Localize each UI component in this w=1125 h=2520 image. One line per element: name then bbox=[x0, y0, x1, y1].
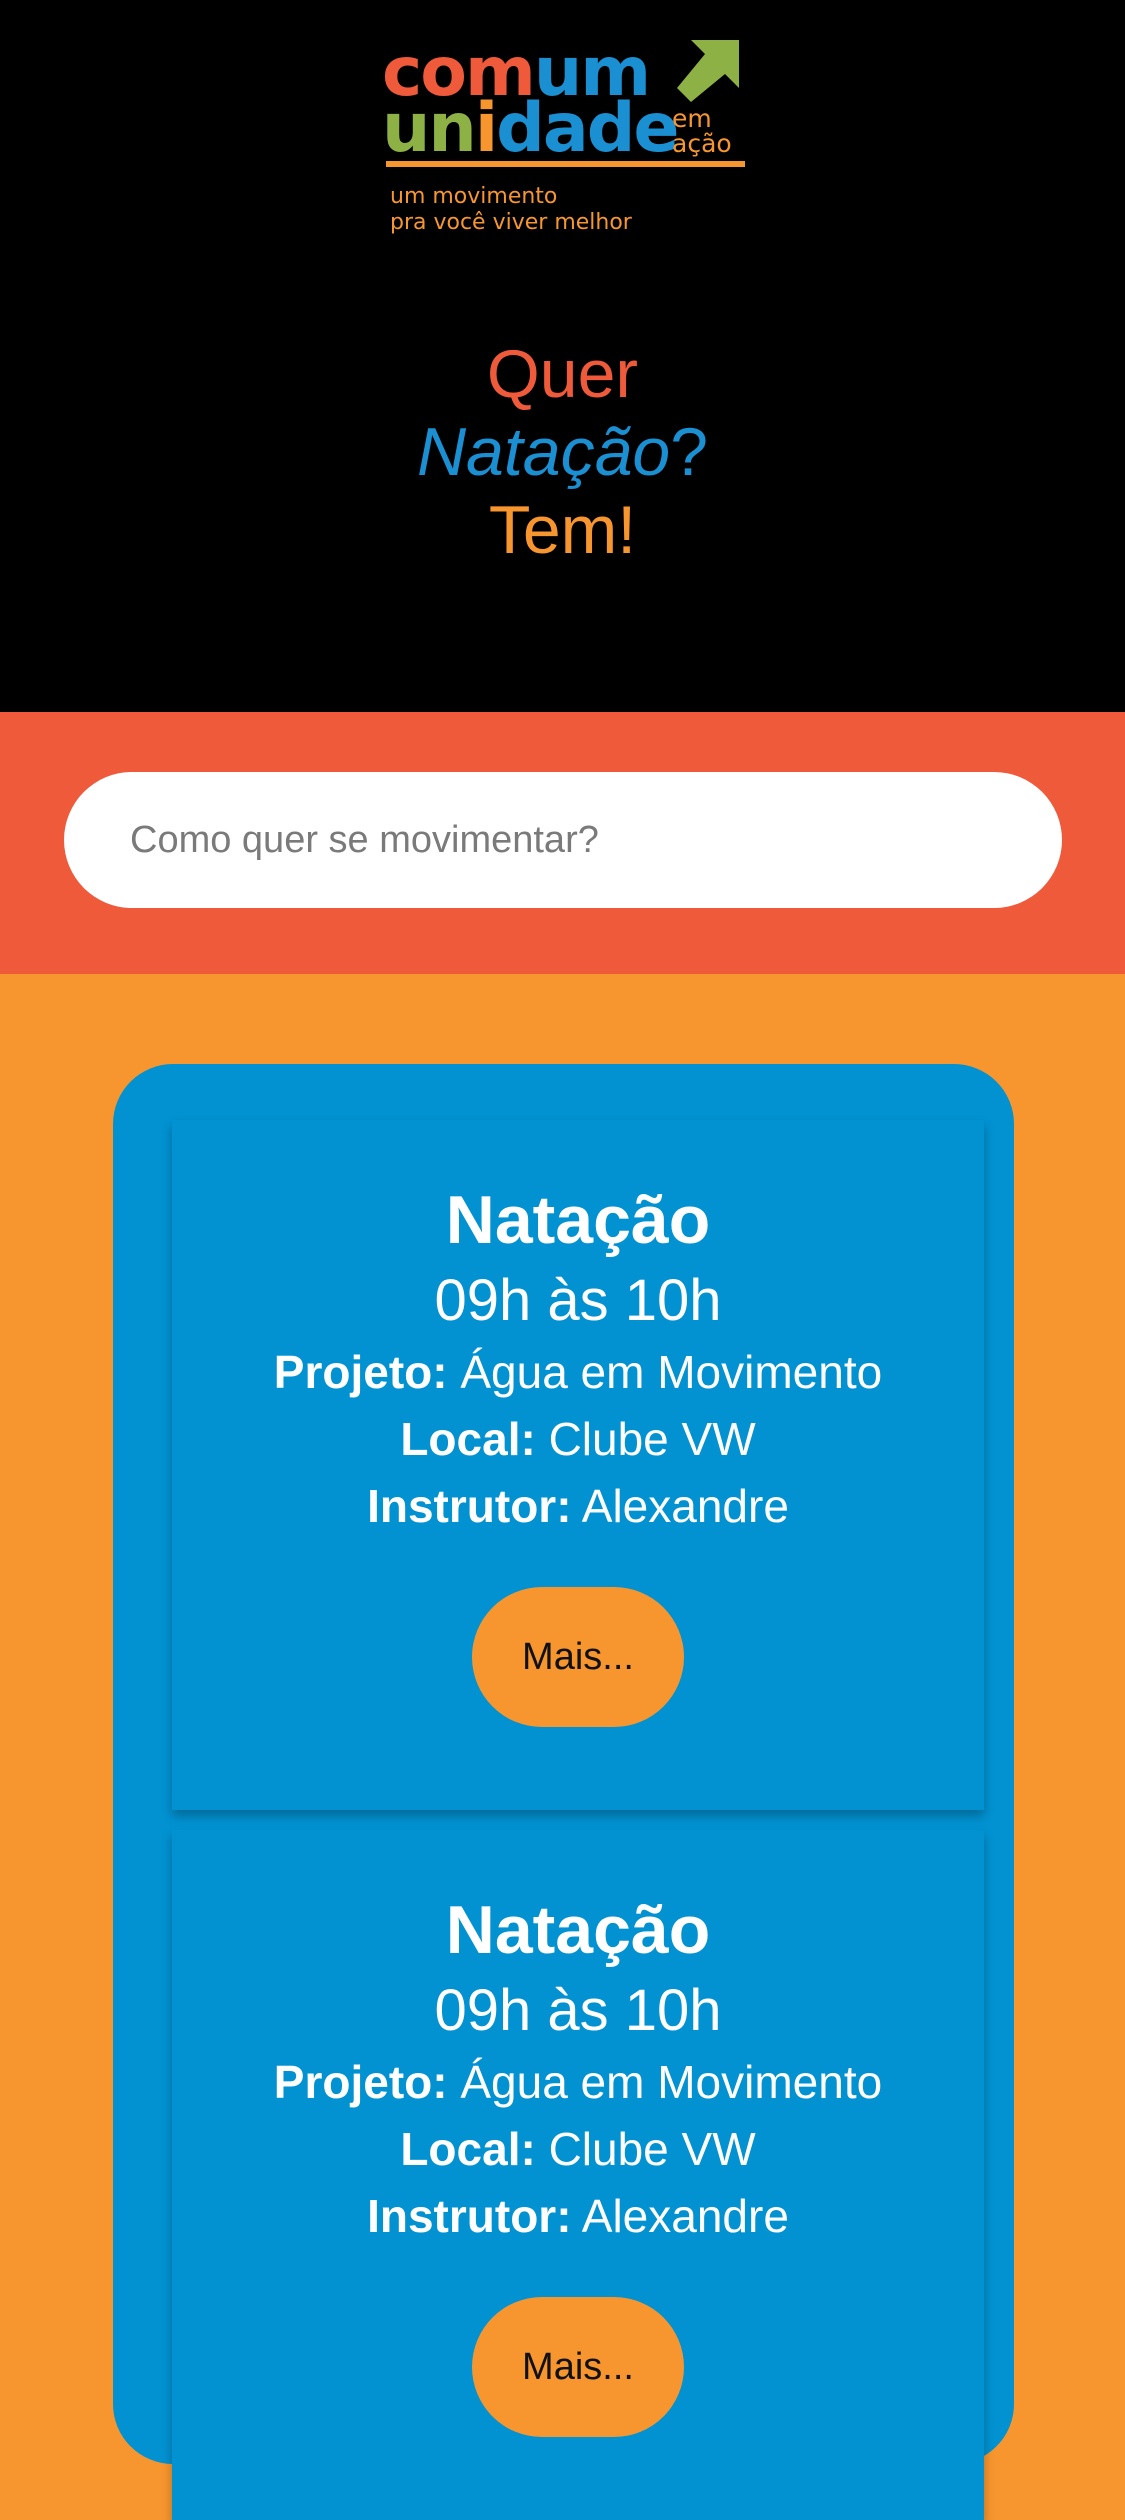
local-label: Local: bbox=[400, 2123, 536, 2175]
logo-underline bbox=[386, 161, 745, 167]
activity-projeto: Projeto: Água em Movimento bbox=[172, 1344, 984, 1400]
logo-part: dade bbox=[496, 89, 679, 168]
activity-local: Local: Clube VW bbox=[172, 2121, 984, 2177]
hero-heading: Quer Natação? Tem! bbox=[0, 335, 1125, 569]
hero-line-2: Natação? bbox=[0, 413, 1125, 491]
projeto-value: Água em Movimento bbox=[460, 2056, 883, 2108]
search-input[interactable] bbox=[64, 772, 1062, 908]
search-section bbox=[0, 712, 1125, 974]
hero-line-1: Quer bbox=[486, 336, 639, 412]
logo-part: i bbox=[474, 89, 498, 168]
more-button[interactable]: Mais... bbox=[472, 2297, 684, 2437]
instrutor-value: Alexandre bbox=[581, 2190, 789, 2242]
instrutor-value: Alexandre bbox=[581, 1480, 789, 1532]
activity-time: 09h às 10h bbox=[434, 1268, 722, 1333]
activity-title: Natação bbox=[445, 1182, 711, 1258]
header: comum unidade em ação um movimento pra v… bbox=[0, 0, 1125, 712]
activity-card: Natação 09h às 10h Projeto: Água em Movi… bbox=[172, 1120, 984, 1810]
logo-tagline-1: um movimento bbox=[390, 184, 558, 209]
activity-local: Local: Clube VW bbox=[172, 1411, 984, 1467]
activity-projeto: Projeto: Água em Movimento bbox=[172, 2054, 984, 2110]
activity-card: Natação 09h às 10h Projeto: Água em Movi… bbox=[172, 1830, 984, 2520]
local-value: Clube VW bbox=[548, 2123, 756, 2175]
local-value: Clube VW bbox=[548, 1413, 756, 1465]
hero-line-3: Tem! bbox=[488, 492, 637, 568]
arrow-up-right-icon bbox=[677, 40, 739, 102]
activity-title: Natação bbox=[445, 1892, 711, 1968]
local-label: Local: bbox=[400, 1413, 536, 1465]
hero-activity: Natação bbox=[416, 414, 671, 490]
comunidade-logo[interactable]: comum unidade em ação um movimento pra v… bbox=[382, 38, 762, 248]
activity-list: Natação 09h às 10h Projeto: Água em Movi… bbox=[113, 1064, 1014, 2520]
activity-instrutor: Instrutor: Alexandre bbox=[172, 2188, 984, 2244]
logo-acao: ação bbox=[672, 129, 732, 158]
hero-question-mark: ? bbox=[670, 414, 709, 490]
instrutor-label: Instrutor: bbox=[367, 2190, 572, 2242]
more-button[interactable]: Mais... bbox=[472, 1587, 684, 1727]
projeto-label: Projeto: bbox=[273, 1346, 448, 1398]
logo-word-unidade: unidade bbox=[382, 94, 680, 164]
activity-instrutor: Instrutor: Alexandre bbox=[172, 1478, 984, 1534]
projeto-value: Água em Movimento bbox=[460, 1346, 883, 1398]
instrutor-label: Instrutor: bbox=[367, 1480, 572, 1532]
logo-part: un bbox=[382, 89, 477, 168]
logo-em: em bbox=[672, 104, 712, 133]
projeto-label: Projeto: bbox=[273, 2056, 448, 2108]
logo-tagline-2: pra você viver melhor bbox=[390, 210, 632, 235]
activity-time: 09h às 10h bbox=[434, 1978, 722, 2043]
